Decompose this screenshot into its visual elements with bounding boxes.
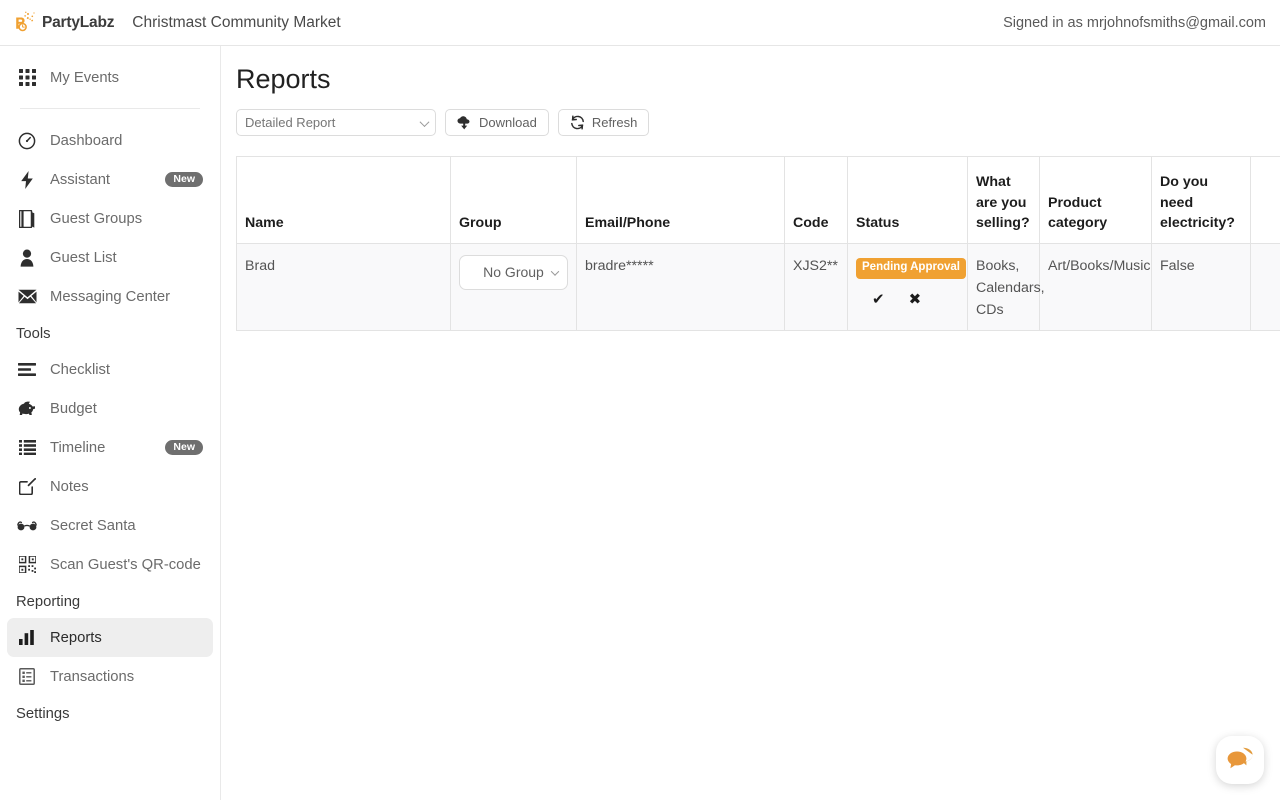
cloud-download-icon bbox=[457, 115, 472, 130]
person-icon bbox=[16, 247, 38, 269]
cell-group: No Group bbox=[450, 243, 577, 331]
lightning-bolt-icon bbox=[16, 169, 38, 191]
column-header-group[interactable]: Group bbox=[450, 156, 577, 244]
sidebar-item-budget[interactable]: Budget bbox=[7, 389, 213, 428]
sidebar-item-label: Messaging Center bbox=[50, 288, 171, 305]
check-icon[interactable]: ✔ bbox=[872, 288, 885, 311]
receipt-icon bbox=[16, 666, 38, 688]
column-header-extra[interactable] bbox=[1250, 156, 1280, 244]
column-header-electricity[interactable]: Do you need electricity? bbox=[1151, 156, 1251, 244]
list-icon bbox=[16, 437, 38, 459]
grid-icon bbox=[16, 67, 38, 89]
cell-email-phone: bradre***** bbox=[576, 243, 785, 331]
column-header-name[interactable]: Name bbox=[236, 156, 451, 244]
cell-code: XJS2** bbox=[784, 243, 848, 331]
refresh-label: Refresh bbox=[591, 115, 638, 130]
cell-electricity: False bbox=[1151, 243, 1251, 331]
column-header-status[interactable]: Status bbox=[847, 156, 968, 244]
sidebar-item-label: Timeline bbox=[50, 439, 106, 456]
sidebar-item-label: Reports bbox=[50, 629, 102, 646]
sidebar-item-notes[interactable]: Notes bbox=[7, 467, 213, 506]
report-table-wrap: Name Group Email/Phone Code Status What … bbox=[236, 156, 1280, 331]
speedometer-icon bbox=[16, 130, 38, 152]
sidebar-group-reporting: Reporting bbox=[16, 594, 81, 610]
report-table: Name Group Email/Phone Code Status What … bbox=[236, 156, 1280, 331]
status-action-group: ✔ ✖ bbox=[856, 288, 959, 311]
cell-product-category: Art/Books/Music bbox=[1039, 243, 1152, 331]
refresh-button[interactable]: Refresh bbox=[557, 109, 650, 136]
sidebar-item-scan-qr-code[interactable]: Scan Guest's QR-code bbox=[7, 545, 213, 584]
checklist-icon bbox=[16, 359, 38, 381]
sidebar-item-my-events[interactable]: My Events bbox=[7, 58, 213, 97]
table-row[interactable]: Brad No Group bradre***** XJS2** Pending… bbox=[236, 243, 1280, 331]
table-header-row: Name Group Email/Phone Code Status What … bbox=[236, 156, 1280, 244]
chat-bubbles-icon bbox=[1227, 747, 1254, 774]
sidebar-item-label: Dashboard bbox=[50, 132, 123, 149]
group-select[interactable]: No Group bbox=[459, 255, 568, 290]
cell-extra bbox=[1250, 243, 1280, 331]
sidebar-item-reports[interactable]: Reports bbox=[7, 618, 213, 657]
cross-icon[interactable]: ✖ bbox=[909, 288, 922, 311]
sidebar-group-settings[interactable]: Settings bbox=[0, 696, 220, 730]
event-title: Christmast Community Market bbox=[132, 13, 341, 31]
sidebar-item-secret-santa[interactable]: Secret Santa bbox=[7, 506, 213, 545]
page-title: Reports bbox=[236, 64, 331, 94]
download-label: Download bbox=[479, 115, 537, 130]
main-content: Reports Detailed Report Download Refresh… bbox=[221, 46, 1280, 800]
sidebar-item-guest-list[interactable]: Guest List bbox=[7, 238, 213, 277]
cell-name: Brad bbox=[236, 243, 451, 331]
sidebar-item-messaging-center[interactable]: Messaging Center bbox=[7, 277, 213, 316]
note-edit-icon bbox=[16, 476, 38, 498]
envelope-icon bbox=[16, 286, 38, 308]
piggy-bank-icon bbox=[16, 398, 38, 420]
download-button[interactable]: Download bbox=[445, 109, 549, 136]
sidebar-item-label: Assistant bbox=[50, 171, 111, 188]
sidebar-item-guest-groups[interactable]: Guest Groups bbox=[7, 199, 213, 238]
column-header-product-category[interactable]: Product category bbox=[1039, 156, 1152, 244]
sidebar-item-assistant[interactable]: Assistant New bbox=[7, 160, 213, 199]
group-select-value: No Group bbox=[483, 263, 544, 280]
cell-selling: Books, Calendars, CDs bbox=[967, 243, 1045, 331]
sidebar-item-checklist[interactable]: Checklist bbox=[7, 350, 213, 389]
partylabz-logo-icon bbox=[12, 10, 38, 36]
column-header-selling[interactable]: What are you selling? bbox=[967, 156, 1040, 244]
brand-name: PartyLabz bbox=[42, 13, 115, 31]
chat-widget-button[interactable] bbox=[1216, 736, 1264, 784]
sidebar-item-label: Notes bbox=[50, 478, 89, 495]
sidebar-divider bbox=[20, 108, 200, 109]
sidebar-item-label: Transactions bbox=[50, 668, 135, 685]
status-badge: Pending Approval bbox=[856, 258, 966, 279]
column-header-code[interactable]: Code bbox=[784, 156, 848, 244]
report-type-value: Detailed Report bbox=[245, 115, 336, 130]
report-toolbar: Detailed Report Download Refresh bbox=[236, 109, 1280, 136]
sidebar-item-label: Secret Santa bbox=[50, 517, 136, 534]
book-icon bbox=[16, 208, 38, 230]
sidebar-item-transactions[interactable]: Transactions bbox=[7, 657, 213, 696]
sidebar-item-dashboard[interactable]: Dashboard bbox=[7, 121, 213, 160]
new-badge: New bbox=[165, 439, 203, 456]
chevron-down-icon bbox=[550, 266, 560, 276]
qr-code-icon bbox=[16, 554, 38, 576]
sidebar-item-label: Guest Groups bbox=[50, 210, 143, 227]
sidebar-group-tools: Tools bbox=[16, 326, 51, 342]
sidebar-item-label: Budget bbox=[50, 400, 97, 417]
sidebar-item-timeline[interactable]: Timeline New bbox=[7, 428, 213, 467]
column-header-email-phone[interactable]: Email/Phone bbox=[576, 156, 785, 244]
chevron-down-icon bbox=[419, 116, 430, 127]
refresh-icon bbox=[570, 115, 585, 130]
sidebar-item-label: My Events bbox=[50, 69, 120, 86]
cell-status: Pending Approval ✔ ✖ bbox=[847, 243, 968, 331]
report-type-select[interactable]: Detailed Report bbox=[236, 109, 436, 136]
sidebar: My Events Dashboard Assistant New Guest … bbox=[0, 46, 221, 800]
new-badge: New bbox=[165, 171, 203, 188]
bar-chart-icon bbox=[16, 627, 38, 649]
sidebar-item-label: Guest List bbox=[50, 249, 117, 266]
sidebar-item-label: Checklist bbox=[50, 361, 111, 378]
top-bar: PartyLabz Christmast Community Market Si… bbox=[0, 0, 1280, 46]
sidebar-item-label: Scan Guest's QR-code bbox=[50, 556, 201, 573]
brand[interactable]: PartyLabz bbox=[12, 10, 114, 36]
glasses-icon bbox=[16, 515, 38, 537]
signed-in-user[interactable]: Signed in as mrjohnofsmiths@gmail.com bbox=[1003, 15, 1266, 31]
